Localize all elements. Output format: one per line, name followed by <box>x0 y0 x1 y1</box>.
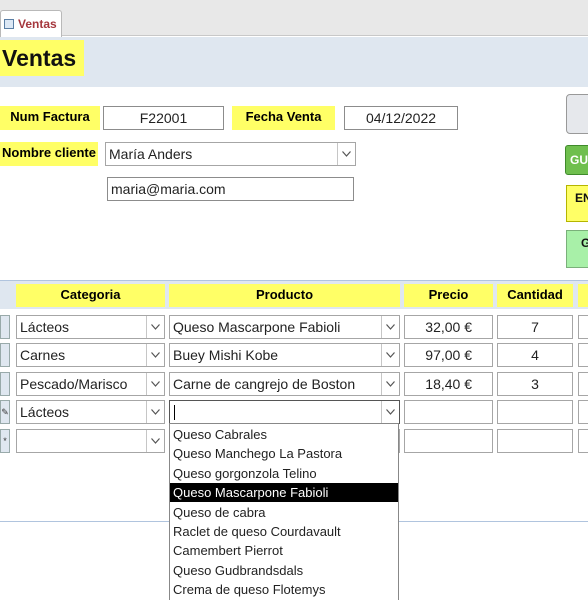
dropdown-option[interactable]: Camembert Pierrot <box>170 541 398 560</box>
chevron-down-icon[interactable] <box>146 401 164 423</box>
categoria-combo[interactable]: Pescado/Marisco <box>16 372 165 396</box>
dropdown-option[interactable]: Queso Mascarpone Fabioli <box>170 483 398 503</box>
precio-field[interactable]: 18,40 € <box>404 372 493 396</box>
column-header-extra <box>578 284 588 307</box>
producto-dropdown-list[interactable]: Queso Cabrales Queso Manchego La Pastora Q… <box>169 423 399 600</box>
column-header-precio: Precio <box>404 284 493 307</box>
categoria-combo[interactable]: Lácteos <box>16 315 165 339</box>
chevron-down-icon[interactable] <box>381 401 399 423</box>
chevron-down-icon[interactable] <box>146 373 164 395</box>
chevron-down-icon[interactable] <box>146 316 164 338</box>
categoria-value: Lácteos <box>20 319 70 335</box>
column-header-cantidad: Cantidad <box>497 284 573 307</box>
producto-combo[interactable] <box>169 400 400 424</box>
text-caret <box>174 405 175 420</box>
producto-value: Buey Mishi Kobe <box>173 347 279 363</box>
column-header-producto: Producto <box>169 284 400 307</box>
record-selector[interactable] <box>0 343 10 367</box>
column-header-categoria: Categoria <box>16 284 165 307</box>
precio-field[interactable]: 97,00 € <box>404 343 493 367</box>
chevron-down-icon[interactable] <box>146 430 164 452</box>
producto-combo[interactable]: Carne de cangrejo de Boston <box>169 372 400 396</box>
extra-field[interactable] <box>578 429 588 453</box>
producto-combo[interactable]: Buey Mishi Kobe <box>169 343 400 367</box>
categoria-combo[interactable]: Carnes <box>16 343 165 367</box>
fecha-venta-label: Fecha Venta <box>232 106 335 130</box>
chevron-down-icon[interactable] <box>381 373 399 395</box>
enviar-button-label: EN <box>575 191 588 205</box>
form-icon <box>4 19 14 29</box>
dropdown-option[interactable]: Queso gorgonzola Telino <box>170 464 398 483</box>
categoria-combo[interactable] <box>16 429 165 453</box>
extra-field[interactable] <box>578 372 588 396</box>
dropdown-option[interactable]: Queso de cabra <box>170 503 398 522</box>
categoria-combo[interactable]: Lácteos <box>16 400 165 424</box>
guardar-button-label: GU <box>570 153 588 167</box>
form-header <box>0 37 588 87</box>
record-selector[interactable] <box>0 315 10 339</box>
cantidad-field[interactable] <box>497 400 573 424</box>
producto-combo[interactable]: Queso Mascarpone Fabioli <box>169 315 400 339</box>
nombre-cliente-combo[interactable]: María Anders <box>105 142 356 166</box>
secondary-green-button[interactable]: G <box>566 230 588 268</box>
document-tab-strip <box>0 0 588 36</box>
record-selector[interactable] <box>0 372 10 396</box>
navigation-button[interactable] <box>566 94 588 134</box>
dropdown-option[interactable]: Queso Cabrales <box>170 425 398 444</box>
num-factura-field[interactable]: F22001 <box>103 106 224 130</box>
precio-field[interactable] <box>404 400 493 424</box>
dropdown-option[interactable]: Raclet de queso Courdavault <box>170 522 398 541</box>
precio-field[interactable]: 32,00 € <box>404 315 493 339</box>
cantidad-field[interactable] <box>497 429 573 453</box>
secondary-green-button-label: G <box>581 236 588 250</box>
nombre-cliente-value: María Anders <box>109 146 193 162</box>
producto-value: Queso Mascarpone Fabioli <box>173 319 341 335</box>
num-factura-label: Num Factura <box>0 106 100 130</box>
chevron-down-icon[interactable] <box>337 143 355 165</box>
enviar-button[interactable]: EN <box>566 185 588 222</box>
producto-value: Carne de cangrejo de Boston <box>173 376 356 392</box>
categoria-value: Lácteos <box>20 404 70 420</box>
record-selector[interactable]: * <box>0 429 10 453</box>
fecha-venta-field[interactable]: 04/12/2022 <box>344 106 458 130</box>
tab-label: Ventas <box>18 17 57 31</box>
cantidad-field[interactable]: 3 <box>497 372 573 396</box>
guardar-button[interactable]: GU <box>565 145 588 175</box>
email-field[interactable]: maria@maria.com <box>107 177 354 201</box>
categoria-value: Carnes <box>20 347 66 363</box>
dropdown-option[interactable]: Crema de queso Flotemys <box>170 580 398 599</box>
chevron-down-icon[interactable] <box>381 344 399 366</box>
dropdown-option[interactable]: Queso Gudbrandsdals <box>170 561 398 580</box>
cantidad-field[interactable]: 4 <box>497 343 573 367</box>
chevron-down-icon[interactable] <box>381 316 399 338</box>
page-title: Ventas <box>0 40 85 76</box>
extra-field[interactable] <box>578 315 588 339</box>
tab-ventas[interactable]: Ventas <box>0 10 62 37</box>
categoria-value: Pescado/Marisco <box>20 376 128 392</box>
nombre-cliente-label: Nombre cliente <box>0 142 98 166</box>
precio-field[interactable] <box>404 429 493 453</box>
extra-field[interactable] <box>578 400 588 424</box>
cantidad-field[interactable]: 7 <box>497 315 573 339</box>
dropdown-option[interactable]: Queso Manchego La Pastora <box>170 444 398 463</box>
extra-field[interactable] <box>578 343 588 367</box>
record-selector[interactable]: ✎ <box>0 400 10 424</box>
chevron-down-icon[interactable] <box>146 344 164 366</box>
